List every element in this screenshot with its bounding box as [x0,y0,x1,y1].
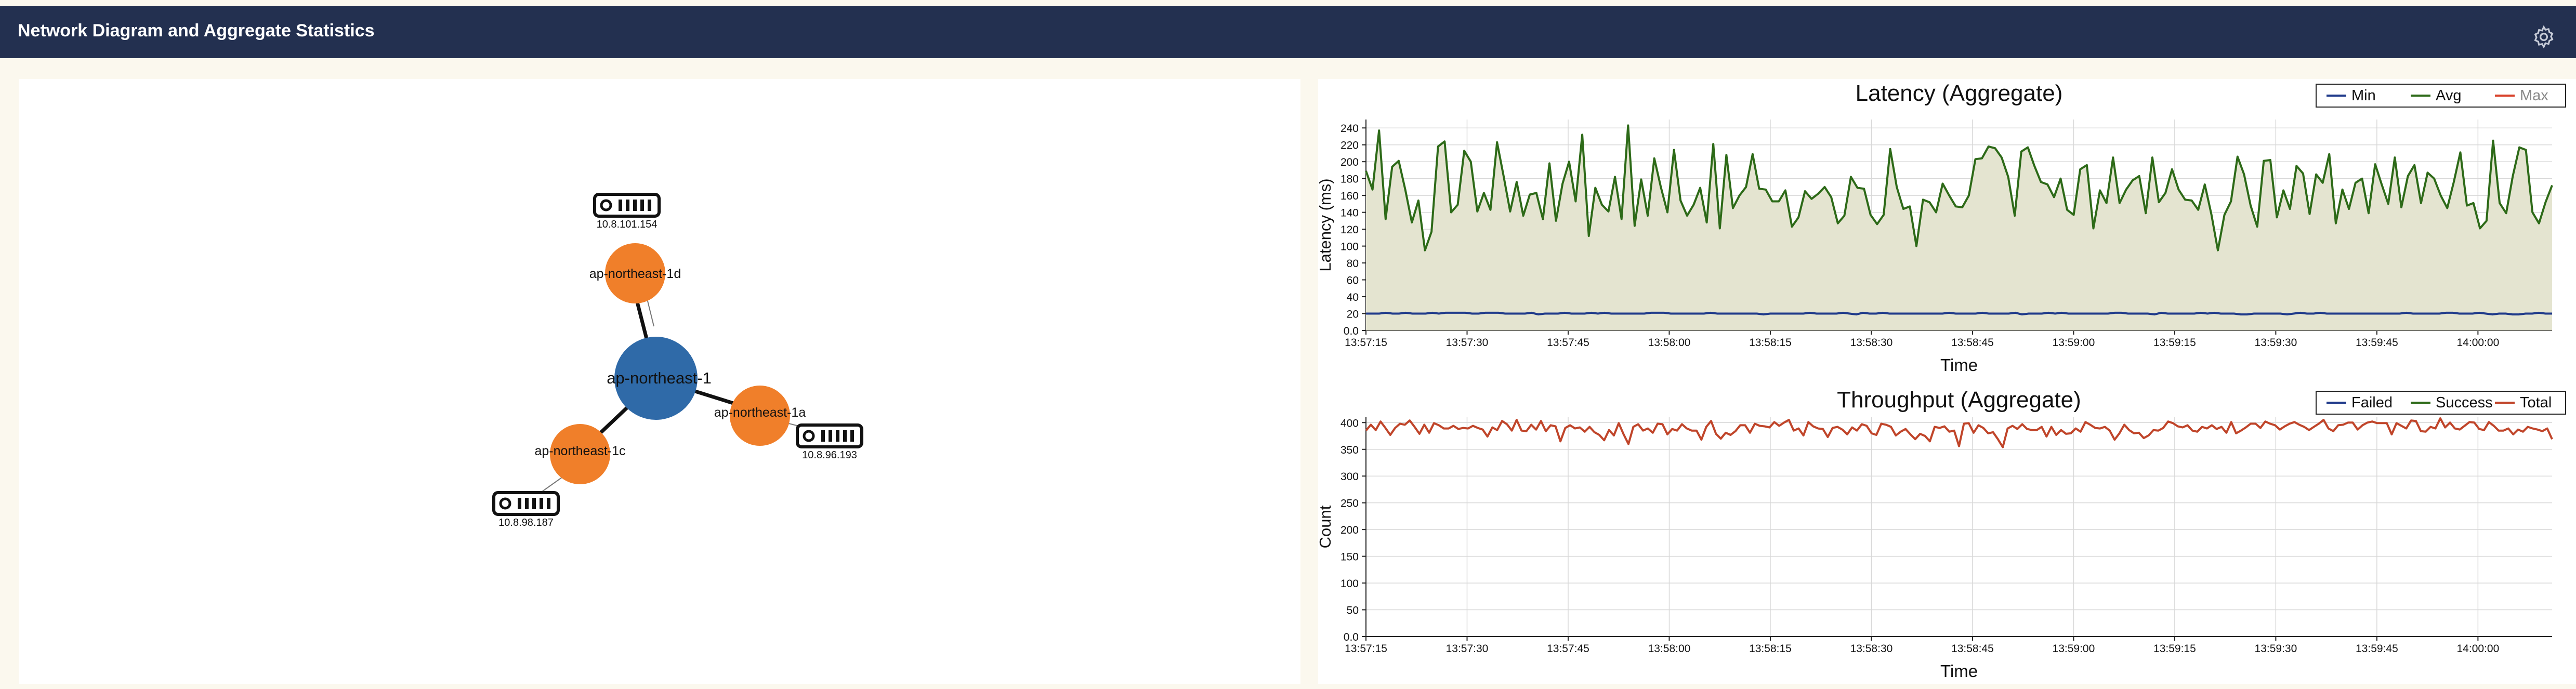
x-tick-label: 13:59:30 [2255,337,2297,349]
legend-label: Failed [2351,394,2393,411]
y-tick-label: 60 [1347,275,1359,287]
y-tick-label: 100 [1340,241,1359,253]
network-diagram-panel: ap-northeast-1 ap-northeast-1d ap-northe… [19,79,1300,684]
x-axis-label: Time [1940,661,1978,681]
server-ip-label: 10.8.101.154 [597,219,658,230]
y-tick-label: 250 [1340,498,1359,510]
x-tick-label: 13:59:00 [2053,337,2095,349]
network-diagram: ap-northeast-1 ap-northeast-1d ap-northe… [492,193,863,528]
server-icon[interactable] [593,193,661,218]
y-tick-label: 300 [1340,471,1359,483]
x-tick-label: 13:59:00 [2053,643,2095,655]
x-tick-label: 13:57:45 [1547,337,1589,349]
server-ip-label: 10.8.96.193 [802,449,857,461]
x-tick-label: 13:57:15 [1345,643,1387,655]
x-tick-label: 14:00:00 [2457,643,2500,655]
y-tick-label: 80 [1347,258,1359,270]
x-tick-label: 13:57:30 [1446,337,1489,349]
y-tick-label: 100 [1340,578,1359,590]
series-line-min [1366,311,2552,316]
server-ip-label: 10.8.98.187 [498,517,554,528]
page-title: Network Diagram and Aggregate Statistics [18,21,375,41]
x-tick-label: 13:59:15 [2153,337,2196,349]
y-tick-label: 160 [1340,190,1359,202]
zone-node-label: ap-northeast-1c [534,444,625,458]
throughput-chart: Throughput (Aggregate) 0.0 50 100 150 200 250 3… [1316,387,2566,681]
y-tick-label: 400 [1340,417,1359,429]
x-tick-label: 14:00:00 [2457,337,2500,349]
legend-label: Min [2351,87,2376,104]
y-tick-label: 200 [1340,524,1359,536]
chart-title: Latency (Aggregate) [1856,81,2063,106]
latency-chart: Latency (Aggregate) 0.0 20 40 60 80 100 120 140 1… [1316,81,2566,375]
x-tick-label: 13:59:45 [2356,643,2398,655]
x-tick-label: 13:58:00 [1648,337,1691,349]
y-axis-label: Count [1318,505,1334,548]
x-tick-label: 13:58:45 [1951,337,1994,349]
top-bar: Network Diagram and Aggregate Statistics [0,6,2576,58]
y-tick-label: 240 [1340,123,1359,135]
legend-label: Avg [2436,87,2461,104]
x-axis-label: Time [1940,355,1978,375]
y-tick-label: 0.0 [1344,631,1359,643]
y-tick-label: 40 [1347,292,1359,303]
x-tick-label: 13:57:15 [1345,337,1387,349]
legend-label: Success [2436,394,2493,411]
chart-title: Throughput (Aggregate) [1837,387,2081,413]
x-tick-label: 13:58:15 [1749,337,1792,349]
y-tick-label: 140 [1340,207,1359,219]
y-axis-label: Latency (ms) [1318,178,1334,271]
y-tick-label: 200 [1340,156,1359,168]
x-tick-label: 13:57:45 [1547,643,1589,655]
y-tick-label: 220 [1340,140,1359,152]
x-tick-label: 13:58:30 [1850,643,1893,655]
y-tick-label: 150 [1340,551,1359,563]
server-icon[interactable] [796,423,863,448]
y-tick-label: 180 [1340,174,1359,186]
gear-icon[interactable] [2531,24,2556,49]
x-tick-label: 13:58:30 [1850,337,1893,349]
server-icon[interactable] [492,491,560,516]
y-tick-label: 20 [1347,309,1359,321]
x-tick-label: 13:59:15 [2153,643,2196,655]
plot-area [1366,417,2552,637]
region-node-label: ap-northeast-1 [607,369,712,387]
y-tick-label: 350 [1340,444,1359,456]
x-tick-label: 13:59:30 [2255,643,2297,655]
zone-node-label: ap-northeast-1d [589,267,681,281]
legend-label: Total [2520,394,2552,411]
x-tick-label: 13:57:30 [1446,643,1489,655]
statistics-panel: Latency (Aggregate) 0.0 20 40 60 80 100 120 140 1… [1316,79,2576,684]
x-tick-label: 13:58:15 [1749,643,1792,655]
y-tick-label: 0.0 [1344,325,1359,337]
y-tick-label: 120 [1340,224,1359,236]
x-tick-label: 13:58:45 [1951,643,1994,655]
legend-label: Max [2520,87,2548,104]
x-tick-label: 13:58:00 [1648,643,1691,655]
x-tick-label: 13:59:45 [2356,337,2398,349]
y-tick-label: 50 [1347,605,1359,617]
zone-node-label: ap-northeast-1a [714,405,806,420]
